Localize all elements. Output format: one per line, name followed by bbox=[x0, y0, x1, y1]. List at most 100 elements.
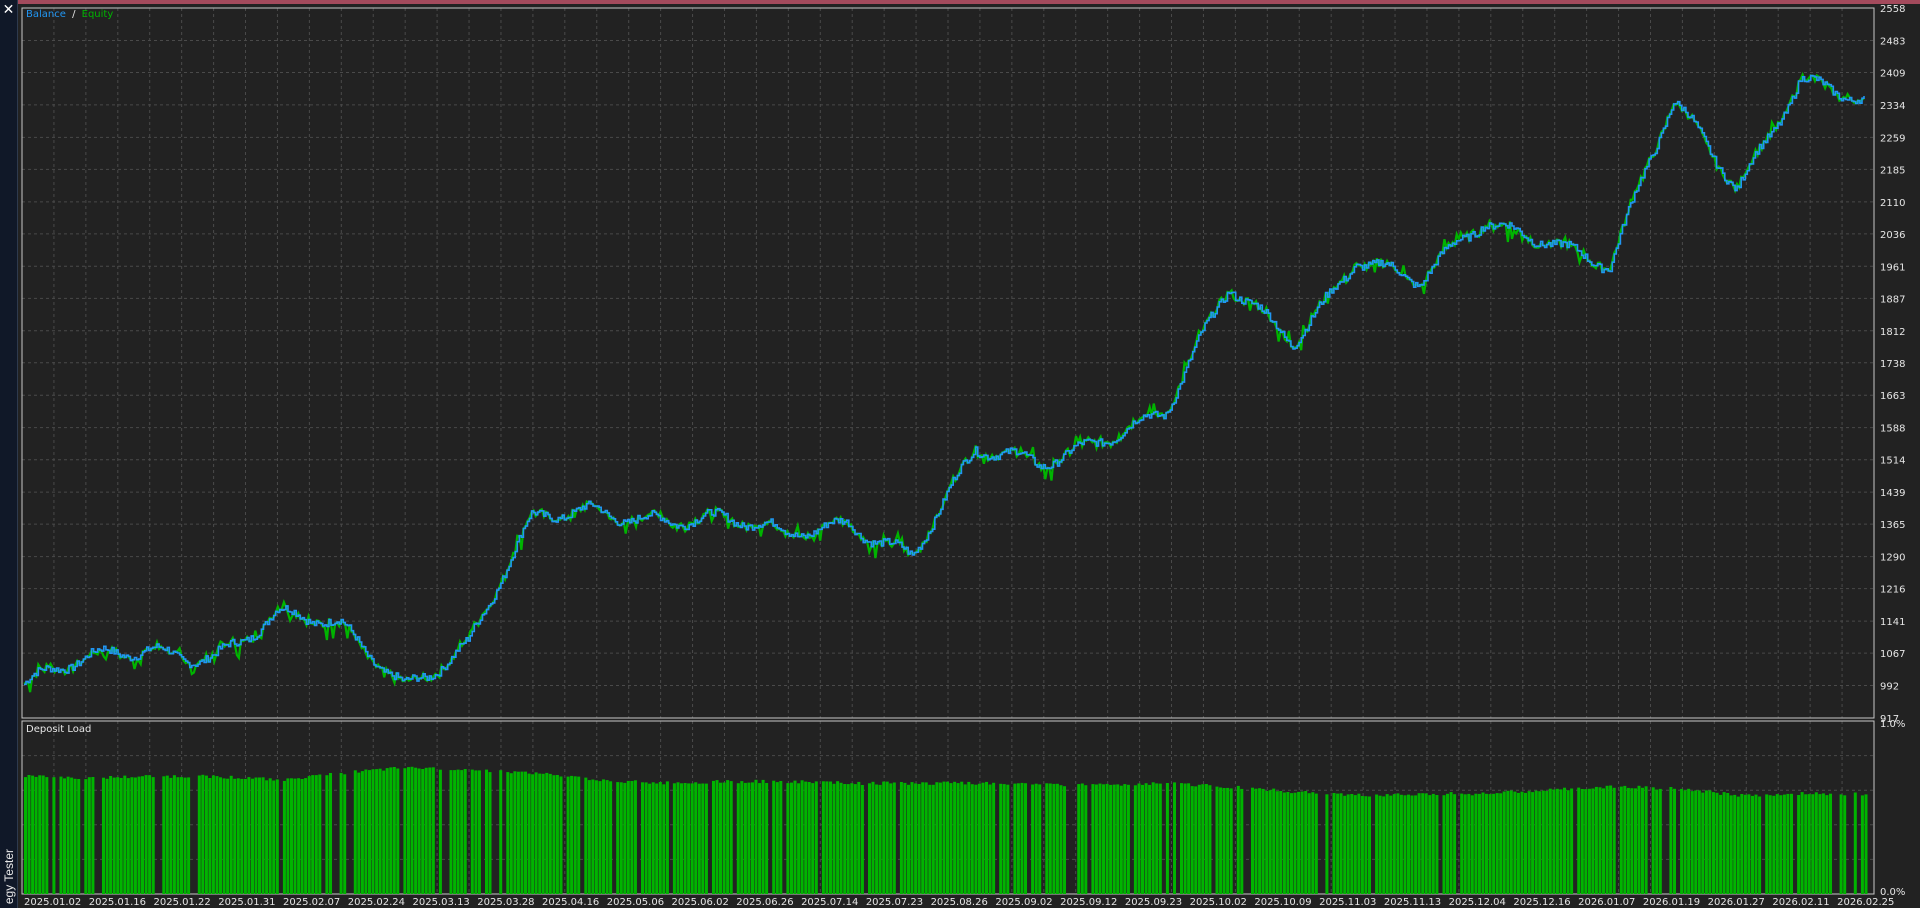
deposit-load-bar bbox=[1279, 791, 1283, 894]
deposit-load-bar bbox=[1453, 794, 1457, 894]
deposit-load-bar bbox=[1080, 783, 1084, 894]
deposit-load-bar bbox=[552, 775, 556, 894]
deposit-load-bar bbox=[1077, 784, 1081, 894]
deposit-load-bar bbox=[555, 775, 559, 894]
deposit-load-bar bbox=[1786, 793, 1790, 894]
deposit-load-bar bbox=[949, 783, 953, 894]
deposit-load-bar bbox=[899, 782, 903, 894]
deposit-load-bar bbox=[368, 770, 372, 894]
deposit-load-bar bbox=[1552, 789, 1556, 894]
x-tick-label: 2025.03.28 bbox=[477, 897, 534, 908]
x-tick-label: 2025.01.31 bbox=[218, 897, 275, 908]
y-tick-label: 2483 bbox=[1880, 36, 1905, 47]
deposit-load-bar bbox=[1155, 783, 1159, 894]
deposit-load-bar bbox=[602, 779, 606, 894]
deposit-load-bar bbox=[1729, 795, 1733, 894]
balance-line bbox=[24, 74, 1865, 686]
deposit-load-bar bbox=[1417, 793, 1421, 894]
deposit-load-bar bbox=[587, 780, 591, 894]
deposit-load-bar bbox=[1290, 793, 1294, 894]
deposit-load-bar bbox=[1013, 783, 1017, 894]
deposit-load-bar bbox=[1609, 785, 1613, 894]
deposit-load-bar bbox=[626, 780, 630, 894]
deposit-load-bar bbox=[1619, 786, 1623, 894]
deposit-load-bar bbox=[488, 772, 492, 894]
deposit-load-bar bbox=[970, 784, 974, 894]
x-tick-label: 2025.06.02 bbox=[672, 897, 729, 908]
equity-line bbox=[23, 71, 1865, 693]
deposit-y-tick-label: 1.0% bbox=[1880, 719, 1905, 730]
deposit-load-bar bbox=[985, 781, 989, 894]
deposit-load-bar bbox=[1102, 784, 1106, 894]
deposit-load-bar bbox=[1704, 790, 1708, 894]
deposit-load-bar bbox=[690, 783, 694, 894]
deposit-load-bar bbox=[1594, 786, 1598, 894]
deposit-load-bar bbox=[545, 772, 549, 894]
deposit-load-bar bbox=[1821, 793, 1825, 894]
deposit-load-bar bbox=[254, 777, 258, 894]
deposit-load-bar bbox=[485, 769, 489, 894]
deposit-load-bar bbox=[1470, 795, 1474, 894]
deposit-load-bar bbox=[1219, 787, 1223, 894]
deposit-load-bar bbox=[1726, 793, 1730, 894]
deposit-load-bar bbox=[1548, 788, 1552, 894]
deposit-load-bar bbox=[1587, 788, 1591, 894]
deposit-load-bar bbox=[66, 776, 70, 894]
deposit-load-bar bbox=[1605, 785, 1609, 894]
deposit-load-bar bbox=[977, 783, 981, 894]
deposit-load-bar bbox=[1119, 785, 1123, 894]
deposit-load-bar bbox=[1499, 793, 1503, 894]
x-tick-label: 2025.12.04 bbox=[1449, 897, 1506, 908]
deposit-load-bar bbox=[825, 781, 829, 894]
deposit-load-bar bbox=[325, 775, 329, 894]
x-tick-label: 2025.11.13 bbox=[1384, 897, 1441, 908]
deposit-load-bar bbox=[1353, 795, 1357, 894]
deposit-load-bar bbox=[1708, 790, 1712, 894]
deposit-load-bar bbox=[1506, 790, 1510, 894]
deposit-load-bar bbox=[907, 784, 911, 894]
deposit-load-bar bbox=[1853, 792, 1857, 894]
deposit-load-bar bbox=[102, 777, 106, 894]
deposit-load-bar bbox=[1350, 794, 1354, 894]
deposit-load-bar bbox=[598, 781, 602, 894]
deposit-load-bar bbox=[453, 770, 457, 894]
deposit-load-bar bbox=[130, 777, 134, 894]
deposit-load-bar bbox=[123, 775, 127, 894]
deposit-load-bar bbox=[1261, 788, 1265, 894]
deposit-load-bar bbox=[1300, 791, 1304, 894]
x-tick-label: 2025.01.22 bbox=[154, 897, 211, 908]
deposit-load-bar bbox=[1577, 787, 1581, 894]
deposit-load-bar bbox=[697, 783, 701, 894]
deposit-load-bar bbox=[1038, 784, 1042, 894]
y-tick-label: 992 bbox=[1880, 682, 1899, 693]
deposit-load-bar bbox=[1712, 792, 1716, 894]
deposit-load-bar bbox=[1307, 793, 1311, 894]
y-tick-label: 2409 bbox=[1880, 68, 1905, 79]
deposit-load-bar bbox=[1524, 792, 1528, 894]
deposit-load-bar bbox=[1098, 783, 1102, 894]
deposit-load-bar bbox=[1360, 796, 1364, 894]
deposit-load-bar bbox=[1048, 783, 1052, 894]
deposit-load-bar bbox=[268, 778, 272, 894]
deposit-load-bar bbox=[1495, 793, 1499, 894]
deposit-load-bar bbox=[1314, 793, 1318, 894]
deposit-load-bar bbox=[353, 770, 357, 894]
deposit-load-bar bbox=[1591, 788, 1595, 894]
deposit-load-bar bbox=[233, 778, 237, 894]
deposit-load-bar bbox=[1407, 794, 1411, 894]
deposit-load-bar bbox=[538, 773, 542, 894]
deposit-load-bar bbox=[793, 780, 797, 894]
deposit-load-bar bbox=[577, 776, 581, 894]
deposit-load-bar bbox=[1045, 783, 1049, 894]
deposit-load-bar bbox=[105, 778, 109, 894]
x-tick-label: 2025.09.02 bbox=[995, 897, 1052, 908]
deposit-load-bar bbox=[1428, 795, 1432, 894]
x-tick-label: 2025.05.06 bbox=[607, 897, 664, 908]
deposit-load-bar bbox=[1034, 783, 1038, 894]
deposit-load-bar bbox=[407, 767, 411, 894]
x-tick-label: 2025.11.03 bbox=[1319, 897, 1376, 908]
deposit-load-bar bbox=[240, 778, 244, 894]
deposit-load-bar bbox=[1229, 788, 1233, 894]
deposit-load-bar bbox=[655, 783, 659, 894]
deposit-load-bar bbox=[524, 771, 528, 894]
